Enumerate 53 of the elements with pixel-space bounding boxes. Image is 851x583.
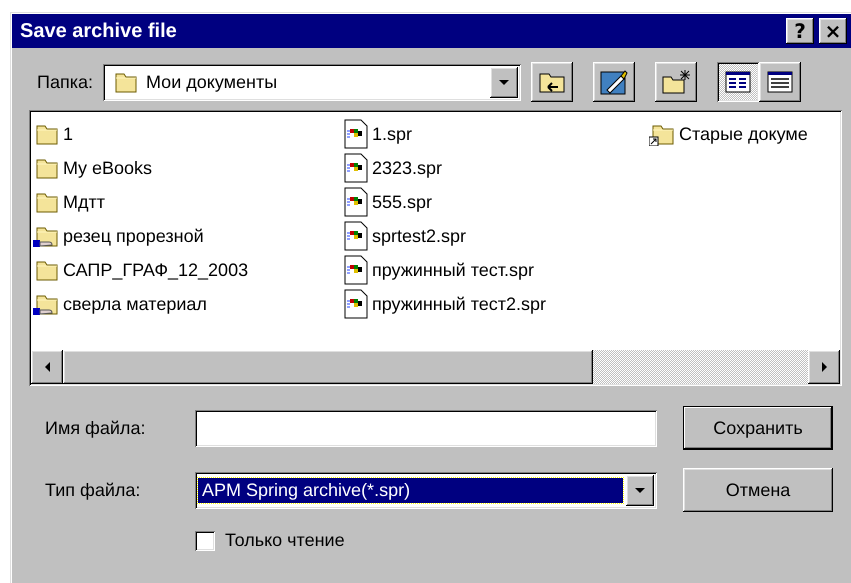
list-view-button[interactable]: [716, 62, 759, 102]
close-button[interactable]: ×: [819, 18, 847, 44]
document-icon: [344, 119, 368, 149]
file-name-field[interactable]: [195, 410, 657, 446]
file-name-label: Имя файла:: [45, 418, 146, 438]
left-arrow-icon: [44, 362, 50, 372]
file-item[interactable]: My eBooks: [33, 152, 156, 184]
document-icon: [344, 255, 368, 285]
help-button[interactable]: ?: [786, 18, 814, 44]
file-type-label: Тип файла:: [45, 480, 142, 500]
file-item[interactable]: Мдтт: [33, 186, 109, 218]
document-icon: [344, 153, 368, 183]
desktop-icon: [598, 68, 629, 96]
file-item[interactable]: sprtest2.spr: [344, 220, 470, 252]
read-only-checkbox[interactable]: [195, 530, 215, 550]
cancel-button[interactable]: Отмена: [683, 468, 833, 512]
scroll-left-button[interactable]: [31, 350, 63, 384]
file-item[interactable]: Старые докуме: [649, 118, 812, 150]
scroll-right-button[interactable]: [808, 350, 840, 384]
file-item[interactable]: 1.spr: [344, 118, 416, 150]
file-item[interactable]: сверла материал: [33, 288, 211, 320]
folder-value: Мои документы: [146, 72, 278, 92]
folder-label: Папка:: [37, 72, 93, 92]
dropdown-button[interactable]: [490, 66, 518, 98]
folder-dropdown[interactable]: Мои документы: [102, 64, 521, 100]
file-item[interactable]: пружинный тест.spr: [344, 254, 538, 286]
read-only-label[interactable]: Только чтение: [225, 530, 345, 551]
scroll-thumb[interactable]: [63, 350, 593, 384]
new-folder-icon: [660, 69, 691, 95]
file-item[interactable]: резец прорезной: [33, 220, 208, 252]
file-item[interactable]: пружинный тест2.spr: [344, 288, 550, 320]
file-item[interactable]: 555.spr: [344, 186, 436, 218]
document-icon: [344, 221, 368, 251]
file-type-dropdown[interactable]: APM Spring archive(*.spr): [195, 472, 657, 508]
details-view-button[interactable]: [758, 62, 801, 102]
window-title: Save archive file: [20, 20, 178, 42]
file-item[interactable]: САПР_ГРАФ_12_2003: [33, 254, 252, 286]
dropdown-icon: [498, 80, 509, 84]
dropdown-icon: [635, 488, 645, 492]
details-view-icon: [766, 71, 793, 93]
desktop-button[interactable]: [592, 62, 635, 102]
file-item[interactable]: 2323.spr: [344, 152, 446, 184]
file-type-value: APM Spring archive(*.spr): [198, 478, 623, 502]
list-view-icon: [724, 71, 751, 93]
dropdown-button[interactable]: [626, 474, 654, 506]
file-item[interactable]: 1: [33, 118, 78, 150]
document-icon: [344, 187, 368, 217]
new-folder-button[interactable]: [654, 62, 697, 102]
up-folder-button[interactable]: [530, 62, 573, 102]
document-icon: [344, 289, 368, 319]
save-button[interactable]: Сохранить: [683, 406, 833, 450]
right-arrow-icon: [822, 362, 826, 372]
horizontal-scrollbar[interactable]: [31, 350, 840, 384]
